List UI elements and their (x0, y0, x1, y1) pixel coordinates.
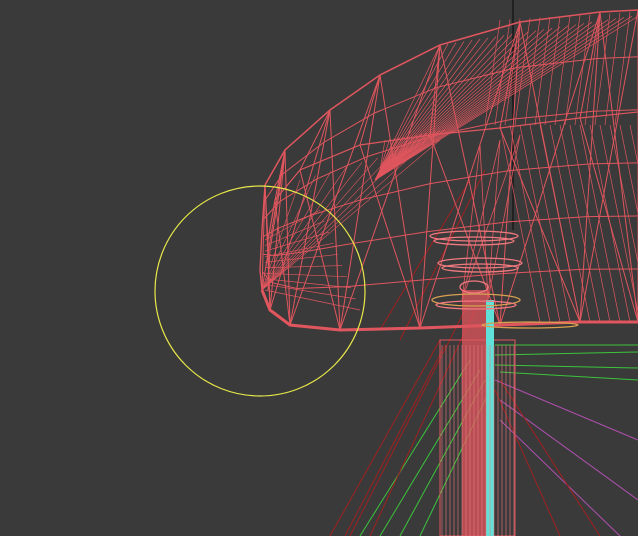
wireframe-mesh[interactable] (259, 9, 638, 332)
wireframe-scene[interactable] (0, 0, 638, 536)
rotate-gizmo-circle[interactable] (154, 185, 366, 397)
3d-viewport[interactable] (0, 0, 638, 536)
